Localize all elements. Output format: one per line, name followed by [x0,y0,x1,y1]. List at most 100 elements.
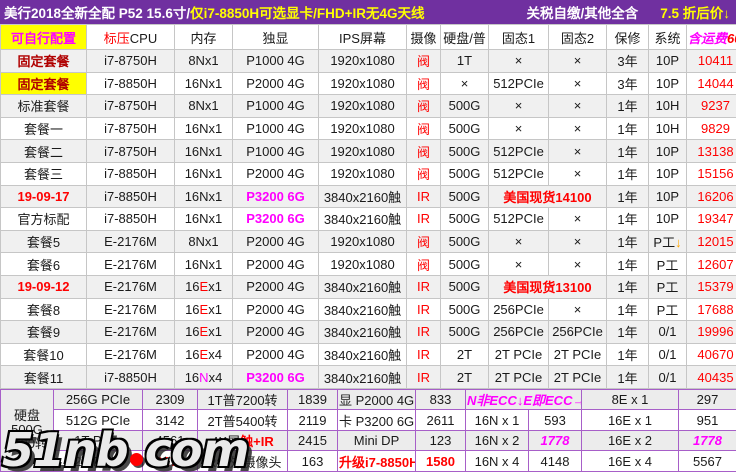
addon-row: 512G PCIe31422T普5400转2119卡 P3200 6G26111… [1,410,736,431]
cell-addon-price: 2119 [288,410,338,431]
cell-ssd2-text: × [574,302,582,317]
cell-cpu-text: i7-8750H [104,121,157,136]
cell-screen: 3840x2160触 [319,321,407,344]
cell-package-text: 套餐三 [24,167,63,182]
cell-hdd: 500G [441,253,489,276]
cell-cpu: i7-8850H [87,185,175,208]
cell-package-text: 套餐二 [24,145,63,160]
cell-addon-item-text: 升级i7-8850H [339,455,416,470]
cell-cpu: i7-8750H [87,117,175,140]
cell-memory-text: N [199,370,208,385]
cell-memory: 8Nx1 [175,50,233,73]
cell-price-text: 19347 [697,211,733,226]
cell-hdd-text: 500G [449,211,481,226]
cell-gpu-text: P1000 4G [246,98,305,113]
cell-hdd: 500G [441,230,489,253]
cell-camera-text: IR [417,347,430,362]
cell-ssd2: × [549,72,607,95]
cell-warranty: 3年 [607,72,649,95]
cell-gpu: P2000 4G [233,253,319,276]
cell-hdd: × [441,72,489,95]
cell-ssd2-text: 2T PCIe [554,347,601,362]
cell-system: 10P [649,162,687,185]
cell-ssd2-text: × [574,211,582,226]
cell-camera-text: 阀 [417,145,430,160]
cell-ssd1: × [489,50,549,73]
cell-gpu-text: P1000 4G [246,121,305,136]
cell-addon-price: 1778 [679,430,736,451]
cell-warranty-text: 1年 [617,258,637,273]
cell-system-text: 10P [656,211,679,226]
col-header-screen: IPS屏幕 [319,25,407,50]
cell-hdd: 500G [441,185,489,208]
spec-row: 固定套餐i7-8850H16Nx1P2000 4G1920x1080阀×512P… [1,72,736,95]
cell-package: 套餐8 [1,298,87,321]
cell-cpu: E-2176M [87,343,175,366]
spec-row: 套餐三i7-8850H16Nx1P2000 4G1920x1080阀500G51… [1,162,736,185]
cell-memory-text: 16 [185,302,199,317]
cell-addon-price-text: 5567 [693,454,722,469]
cell-warranty: 1年 [607,230,649,253]
cell-addon-item-text: 16E x 1 [608,413,652,428]
discount-note: 7.5 折后价↓ [660,2,730,22]
cell-memory-text: x1 [208,324,222,339]
cell-warranty: 1年 [607,185,649,208]
cell-memory-text: x4 [209,370,223,385]
cell-ssd2: 256PCIe [549,321,607,344]
cell-screen: 1920x1080 [319,230,407,253]
cell-camera: 阀 [407,230,441,253]
cell-warranty-text: 1年 [617,145,637,160]
cell-cpu: E-2176M [87,298,175,321]
cell-camera: IR [407,275,441,298]
spec-row: 官方标配i7-8850H16Nx1P3200 6G3840x2160触IR500… [1,208,736,231]
cell-addon-price: 593 [529,410,582,431]
config-table-header: 可自行配置标压CPU内存独显IPS屏幕摄像硬盘/普固态1固态2保修系统含运费60… [1,25,736,50]
cell-addon-item: 16E x 4 [582,451,679,472]
cell-gpu-text: P2000 4G [246,166,305,181]
cell-addon-item-text: 256G PCIe [66,392,130,407]
cell-price: 14044 [687,72,736,95]
cell-package: 固定套餐 [1,72,87,95]
cell-hdd-base-line: 500G [1,423,53,437]
col-header-ssd1-text: 固态1 [502,31,535,46]
cell-system: 10H [649,117,687,140]
cell-price: 15156 [687,162,736,185]
cell-cpu-text: i7-8750H [104,53,157,68]
cell-ssd1-text: × [515,53,523,68]
cell-memory-text: 16Nx1 [185,257,223,272]
cell-addon-item: 4K屏触+IR [198,430,288,451]
cell-package: 套餐二 [1,140,87,163]
cell-package: 固定套餐 [1,50,87,73]
cell-screen-text: 1920x1080 [330,121,394,136]
cell-ssd2: × [549,230,607,253]
spec-row: 套餐9E-2176M16Ex1P2000 4G3840x2160触IR500G2… [1,321,736,344]
cell-gpu: P2000 4G [233,321,319,344]
cell-cpu-text: E-2176M [104,347,157,362]
cell-addon-price-text: 1778 [693,433,722,448]
cell-warranty-text: 1年 [617,280,637,295]
cell-memory-text: E [200,279,209,294]
cell-ssd1: 512PCIe [489,140,549,163]
cell-hdd: 500G [441,275,489,298]
cell-hdd: 500G [441,321,489,344]
cell-price: 9237 [687,95,736,118]
cell-system: 10P [649,50,687,73]
cell-system: 0/1 [649,343,687,366]
cell-hdd: 500G [441,298,489,321]
cell-hdd: 500G [441,140,489,163]
cell-screen: 1920x1080 [319,50,407,73]
cell-addon-item-text: 16E x 2 [608,433,652,448]
col-header-screen-text: IPS屏幕 [339,31,386,46]
cell-addon-item-text: 2T普5400转 [207,414,277,429]
cell-hdd-base-line: 硬盘 [1,409,53,423]
cell-system-text: 10H [656,98,680,113]
cell-screen: 3840x2160触 [319,343,407,366]
col-header-cpu-text: 标压 [104,31,130,46]
tax-note: 关税自缴/其他全含 [526,2,638,22]
cell-memory-text: E [200,324,209,339]
cell-camera: IR [407,343,441,366]
cell-system-text: ↓ [675,235,682,250]
cell-hdd: 500G [441,162,489,185]
cell-package: 官方标配 [1,208,87,231]
cell-ssd1-text: × [515,234,523,249]
